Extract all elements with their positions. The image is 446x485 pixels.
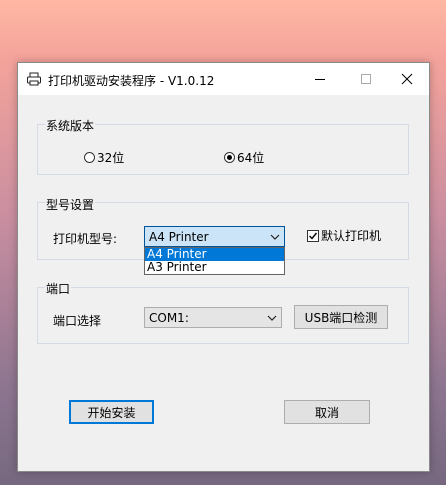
port-select-label: 端口选择 — [53, 314, 102, 328]
maximize-button[interactable] — [343, 63, 389, 95]
printer-model-value: A4 Printer — [149, 229, 209, 244]
cancel-button[interactable]: 取消 — [284, 400, 370, 424]
radio-32bit-indicator — [84, 152, 95, 163]
printer-model-dropdown-list: A4 Printer A3 Printer — [144, 247, 285, 275]
radio-selected-dot — [227, 155, 232, 160]
maximize-icon — [361, 74, 371, 84]
radio-64bit-label: 64位 — [237, 151, 265, 165]
minimize-icon — [315, 79, 325, 80]
printer-model-label: 打印机型号: — [53, 232, 118, 246]
printer-model-select[interactable]: A4 Printer — [144, 226, 285, 247]
window-title: 打印机驱动安装程序 - V1.0.12 — [48, 74, 215, 88]
radio-32bit[interactable]: 32位 — [84, 149, 124, 166]
start-install-button[interactable]: 开始安装 — [69, 400, 154, 424]
chevron-down-icon — [266, 234, 284, 240]
radio-32bit-label: 32位 — [97, 151, 125, 165]
default-printer-checkbox-box — [307, 229, 319, 242]
printer-icon — [26, 71, 42, 87]
port-select[interactable]: COM1: — [144, 307, 282, 328]
radio-64bit-indicator — [224, 152, 235, 163]
close-button[interactable] — [384, 63, 430, 95]
checkmark-icon — [309, 232, 318, 240]
default-printer-checkbox[interactable]: 默认打印机 — [307, 227, 381, 244]
port-value: COM1: — [149, 310, 189, 325]
usb-port-detect-button[interactable]: USB端口检测 — [294, 305, 388, 329]
dropdown-option-a3[interactable]: A3 Printer — [145, 261, 284, 274]
system-version-group-label: 系统版本 — [45, 117, 96, 134]
radio-64bit[interactable]: 64位 — [224, 149, 264, 166]
minimize-button[interactable] — [297, 63, 343, 95]
close-icon — [401, 73, 413, 85]
chevron-down-icon — [263, 315, 281, 321]
installer-window: 打印机驱动安装程序 - V1.0.12 系统版本 32位 64位 型号设置 打印… — [17, 62, 430, 472]
model-settings-group-label: 型号设置 — [45, 196, 96, 213]
title-bar[interactable]: 打印机驱动安装程序 - V1.0.12 — [18, 63, 429, 95]
port-group-label: 端口 — [45, 280, 72, 297]
default-printer-label: 默认打印机 — [321, 229, 382, 243]
